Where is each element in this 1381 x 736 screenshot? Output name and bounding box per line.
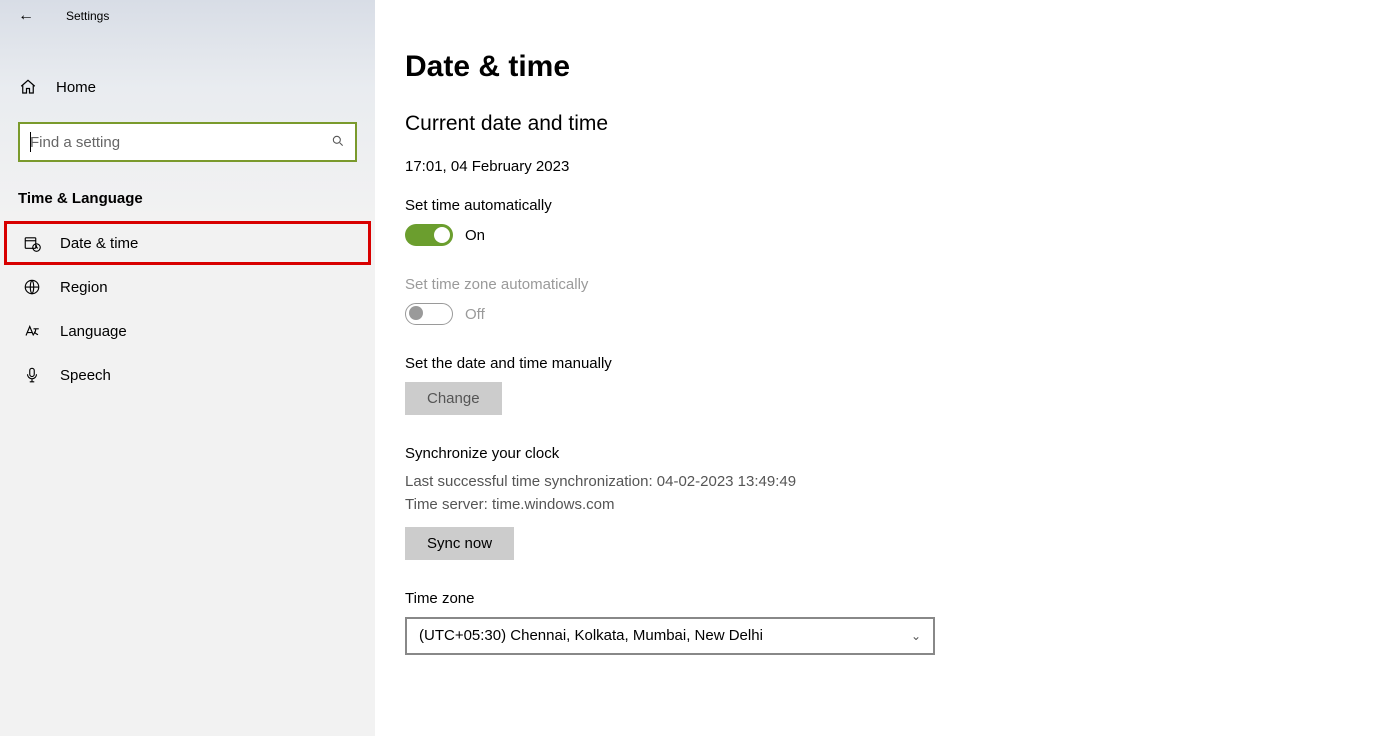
sync-now-button[interactable]: Sync now: [405, 527, 514, 560]
timezone-value: (UTC+05:30) Chennai, Kolkata, Mumbai, Ne…: [419, 627, 763, 644]
titlebar-label: Settings: [66, 9, 109, 23]
sync-info: Last successful time synchronization: 04…: [405, 470, 1381, 517]
current-date-heading: Current date and time: [405, 112, 1381, 136]
sidebar-item-language[interactable]: Language: [0, 309, 375, 353]
auto-tz-label: Set time zone automatically: [405, 276, 1381, 293]
home-label: Home: [56, 79, 96, 96]
globe-icon: [22, 278, 42, 296]
auto-time-state: On: [465, 227, 485, 244]
sidebar-section-label: Time & Language: [0, 162, 375, 221]
search-input[interactable]: [30, 134, 331, 151]
sidebar-item-label: Language: [60, 323, 127, 340]
calendar-clock-icon: [22, 234, 42, 252]
page-title: Date & time: [405, 50, 1381, 84]
sync-last: Last successful time synchronization: 04…: [405, 470, 1381, 493]
language-icon: [22, 322, 42, 340]
home-icon: [18, 78, 38, 96]
auto-tz-state: Off: [465, 306, 485, 323]
sidebar-item-speech[interactable]: Speech: [0, 353, 375, 397]
titlebar: ← Settings: [0, 4, 375, 28]
change-button[interactable]: Change: [405, 382, 502, 415]
auto-time-toggle[interactable]: [405, 224, 453, 246]
sync-heading: Synchronize your clock: [405, 445, 1381, 462]
timezone-label: Time zone: [405, 590, 1381, 607]
search-box[interactable]: [18, 122, 357, 162]
sidebar-item-label: Region: [60, 279, 108, 296]
back-arrow-icon[interactable]: ←: [18, 8, 34, 24]
main-content: Date & time Current date and time 17:01,…: [375, 0, 1381, 736]
auto-time-label: Set time automatically: [405, 197, 1381, 214]
sidebar-item-home[interactable]: Home: [0, 70, 375, 104]
current-date-value: 17:01, 04 February 2023: [405, 158, 1381, 175]
sidebar-item-label: Date & time: [60, 235, 138, 252]
text-caret: [30, 132, 31, 152]
sidebar-item-region[interactable]: Region: [0, 265, 375, 309]
timezone-select[interactable]: (UTC+05:30) Chennai, Kolkata, Mumbai, Ne…: [405, 617, 935, 655]
microphone-icon: [22, 366, 42, 384]
auto-tz-toggle[interactable]: [405, 303, 453, 325]
sidebar-item-date-time[interactable]: Date & time: [4, 221, 371, 265]
settings-sidebar: ← Settings Home Time & Language Date & t…: [0, 0, 375, 736]
search-icon: [331, 134, 345, 151]
manual-label: Set the date and time manually: [405, 355, 1381, 372]
sync-server: Time server: time.windows.com: [405, 493, 1381, 516]
chevron-down-icon: ⌄: [911, 629, 921, 643]
sidebar-item-label: Speech: [60, 367, 111, 384]
